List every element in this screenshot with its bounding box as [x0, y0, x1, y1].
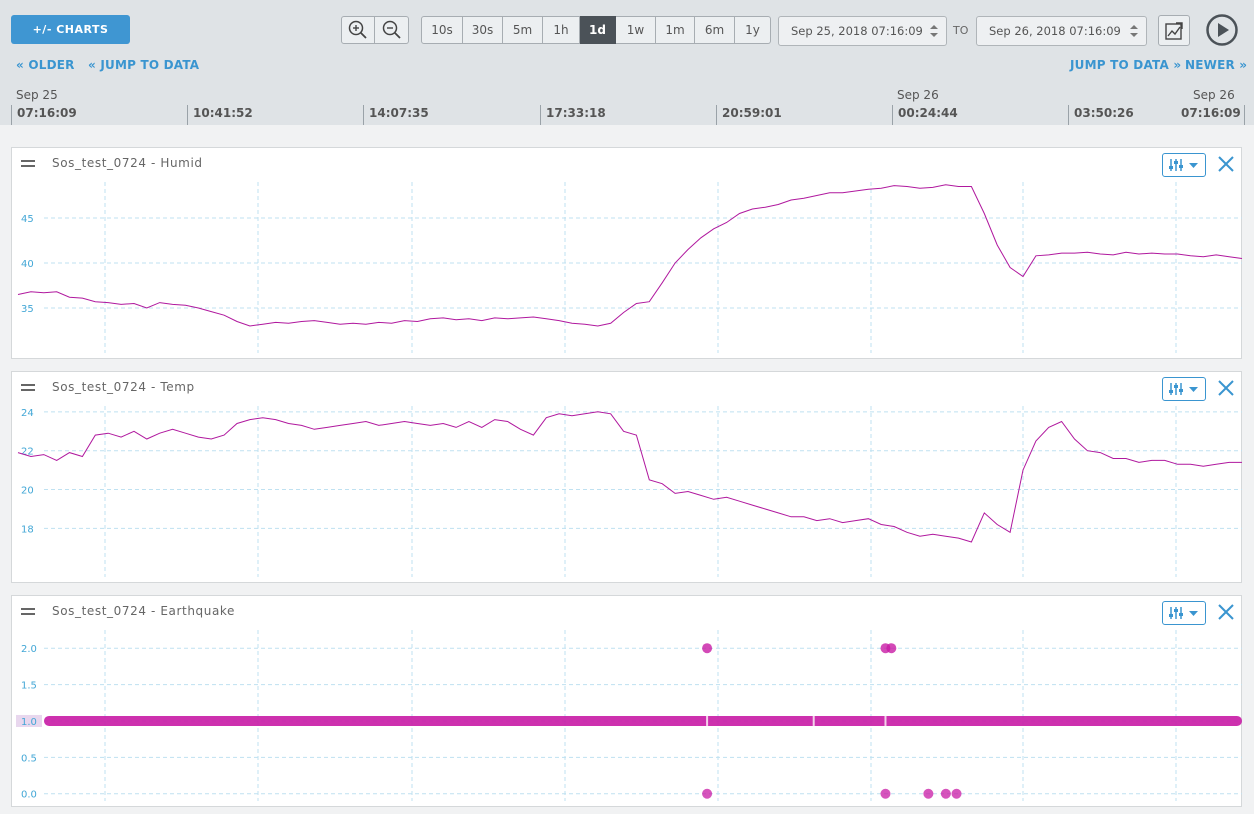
y-tick-label: 40	[21, 259, 34, 270]
y-tick-label: 0.5	[21, 753, 37, 764]
timeline-tick	[11, 105, 12, 125]
range-button-1d[interactable]: 1d	[580, 16, 616, 44]
y-tick-label: 2.0	[21, 644, 37, 655]
newer-link[interactable]: NEWER »	[1185, 58, 1247, 72]
range-button-1h[interactable]: 1h	[543, 16, 580, 44]
data-point	[951, 788, 962, 799]
data-points-baseline	[44, 715, 1242, 726]
spinner-icon[interactable]	[1130, 23, 1138, 39]
data-point	[923, 788, 934, 799]
range-button-10s[interactable]: 10s	[421, 16, 463, 44]
chart-panel-earthquake: Sos_test_0724 - Earthquake 2.0 1.5 1.0 0.5 0…	[11, 595, 1242, 807]
y-tick-label: 45	[21, 214, 34, 225]
range-button-1y[interactable]: 1y	[735, 16, 771, 44]
from-date-value: Sep 25, 2018 07:16:09	[791, 24, 923, 38]
data-gap	[812, 715, 815, 726]
series-line	[17, 411, 1242, 543]
add-remove-charts-button[interactable]: +/- CHARTS	[11, 15, 130, 44]
chart-panel-humid: Sos_test_0724 - Humid 45 40 35	[11, 147, 1243, 360]
play-icon	[1206, 14, 1238, 46]
timeline-tick-label: 03:50:26	[1074, 106, 1134, 120]
range-button-5m[interactable]: 5m	[503, 16, 543, 44]
jump-to-data-right-link[interactable]: JUMP TO DATA »	[1070, 58, 1181, 72]
data-gap	[706, 715, 709, 726]
timeline-tick-label: 10:41:52	[193, 106, 253, 120]
data-point	[880, 788, 891, 799]
timeline-tick	[540, 105, 541, 125]
spinner-icon[interactable]	[930, 23, 938, 39]
export-chart-button[interactable]	[1158, 15, 1190, 46]
timeline-tick	[1244, 105, 1245, 125]
y-tick-label: 24	[21, 408, 34, 419]
timeline-date-end: Sep 26	[1193, 88, 1235, 102]
zoom-out-icon	[382, 20, 401, 39]
data-point	[886, 643, 897, 654]
zoom-out-button[interactable]	[375, 16, 409, 44]
data-point	[940, 788, 951, 799]
series-line	[17, 184, 1243, 327]
range-button-1m[interactable]: 1m	[656, 16, 695, 44]
from-date-input[interactable]: Sep 25, 2018 07:16:09	[778, 16, 947, 46]
chart-panel-temp: Sos_test_0724 - Temp 24 22 20 18	[11, 371, 1242, 583]
timeline-tick	[363, 105, 364, 125]
timeline-tick	[1068, 105, 1069, 125]
y-tick-label: 20	[21, 486, 34, 497]
zoom-in-icon	[348, 20, 367, 39]
timeline-date-mid: Sep 26	[897, 88, 939, 102]
zoom-in-button[interactable]	[341, 16, 375, 44]
chart-export-icon	[1165, 21, 1183, 40]
timeline-tick-label: 07:16:09	[1181, 106, 1241, 120]
range-button-1w[interactable]: 1w	[616, 16, 656, 44]
play-button[interactable]	[1205, 13, 1239, 47]
data-gap	[884, 715, 887, 726]
to-date-value: Sep 26, 2018 07:16:09	[989, 24, 1121, 38]
time-range-selector: 10s 30s 5m 1h 1d 1w 1m 6m 1y	[421, 16, 771, 44]
y-tick-label: 35	[21, 304, 34, 315]
y-tick-label: 1.0	[21, 717, 37, 728]
y-tick-label: 1.5	[21, 681, 37, 692]
timeline-tick-label: 20:59:01	[722, 106, 782, 120]
range-button-6m[interactable]: 6m	[695, 16, 735, 44]
humid-chart[interactable]: 45 40 35	[12, 148, 1243, 360]
older-link[interactable]: « OLDER	[16, 58, 75, 72]
timeline-tick-label: 07:16:09	[17, 106, 77, 120]
top-toolbar: +/- CHARTS 10s 30s 5m 1h 1d 1w 1m 6m 1y Sep 25, …	[0, 0, 1254, 125]
to-date-input[interactable]: Sep 26, 2018 07:16:09	[976, 16, 1147, 46]
timeline-tick	[187, 105, 188, 125]
timeline-tick-label: 00:24:44	[898, 106, 958, 120]
timeline-tick-label: 14:07:35	[369, 106, 429, 120]
timeline-tick	[716, 105, 717, 125]
data-point	[702, 643, 713, 654]
timeline-tick-label: 17:33:18	[546, 106, 606, 120]
jump-to-data-left-link[interactable]: « JUMP TO DATA	[88, 58, 199, 72]
zoom-controls	[341, 16, 409, 44]
temp-chart[interactable]: 24222018	[12, 372, 1243, 584]
y-tick-label: 18	[21, 524, 34, 535]
data-point	[702, 788, 713, 799]
timeline-tick	[892, 105, 893, 125]
earthquake-chart[interactable]: 2.0 1.5 1.0 0.5 0.0	[12, 596, 1243, 808]
to-label: TO	[953, 24, 969, 37]
y-tick-label: 0.0	[21, 790, 37, 801]
range-button-30s[interactable]: 30s	[463, 16, 503, 44]
timeline-date-start: Sep 25	[16, 88, 58, 102]
